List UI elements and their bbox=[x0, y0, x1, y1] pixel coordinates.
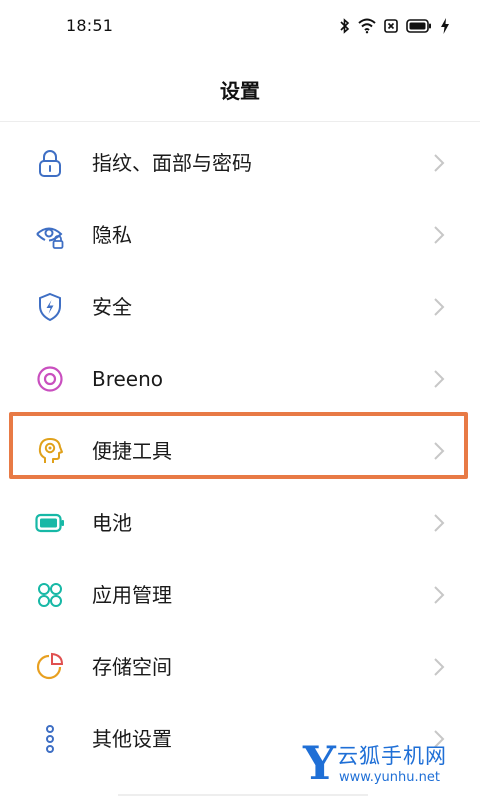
privacy-eye-icon bbox=[34, 219, 66, 251]
settings-item-label: 安全 bbox=[92, 295, 132, 319]
bluetooth-icon bbox=[340, 18, 350, 34]
battery-icon bbox=[34, 507, 66, 539]
charging-icon bbox=[440, 18, 450, 34]
chevron-right-icon bbox=[434, 226, 445, 244]
storage-pie-icon bbox=[34, 651, 66, 683]
chevron-right-icon bbox=[434, 370, 445, 388]
settings-item-label: Breeno bbox=[92, 367, 164, 391]
watermark-text: 云狐手机网 bbox=[337, 744, 447, 768]
status-icons bbox=[340, 16, 450, 36]
settings-item-label: 应用管理 bbox=[92, 583, 172, 607]
settings-item-label: 隐私 bbox=[92, 223, 132, 247]
settings-item-label: 存储空间 bbox=[92, 655, 172, 679]
settings-item-storage[interactable]: 存储空间 bbox=[0, 629, 480, 701]
settings-item-fingerprint-face-password[interactable]: 指纹、面部与密码 bbox=[0, 125, 480, 197]
sim-off-icon bbox=[384, 18, 398, 34]
status-bar: 18:51 bbox=[0, 0, 480, 50]
settings-item-label: 其他设置 bbox=[92, 727, 172, 751]
wifi-icon bbox=[358, 18, 376, 34]
breeno-icon bbox=[34, 363, 66, 395]
chevron-right-icon bbox=[434, 298, 445, 316]
apps-icon bbox=[34, 579, 66, 611]
chevron-right-icon bbox=[434, 658, 445, 676]
chevron-right-icon bbox=[434, 442, 445, 460]
title-bar: 设置 bbox=[0, 60, 480, 120]
bottom-divider bbox=[118, 794, 368, 796]
settings-item-label: 便捷工具 bbox=[92, 439, 172, 463]
watermark-url: www.yunhu.net bbox=[339, 770, 440, 785]
settings-item-app-management[interactable]: 应用管理 bbox=[0, 557, 480, 629]
more-settings-icon bbox=[34, 723, 66, 755]
chevron-right-icon bbox=[434, 514, 445, 532]
page-title: 设置 bbox=[220, 79, 260, 103]
chevron-right-icon bbox=[434, 586, 445, 604]
settings-item-security[interactable]: 安全 bbox=[0, 269, 480, 341]
header-divider bbox=[0, 121, 480, 122]
shield-icon bbox=[34, 291, 66, 323]
watermark-letter: Y bbox=[303, 736, 336, 790]
status-time: 18:51 bbox=[66, 16, 114, 35]
settings-item-label: 电池 bbox=[92, 511, 132, 535]
settings-item-label: 指纹、面部与密码 bbox=[92, 151, 252, 175]
settings-item-breeno[interactable]: Breeno bbox=[0, 341, 480, 413]
settings-list: 指纹、面部与密码 隐私 安全 Breeno 便捷工具 电池 应用管理 存储空间 … bbox=[0, 125, 480, 773]
battery-icon bbox=[406, 19, 432, 33]
convenience-tools-icon bbox=[34, 435, 66, 467]
watermark-logo: Y 云狐手机网 www.yunhu.net bbox=[303, 737, 473, 791]
settings-item-battery[interactable]: 电池 bbox=[0, 485, 480, 557]
settings-item-privacy[interactable]: 隐私 bbox=[0, 197, 480, 269]
settings-item-convenience-tools[interactable]: 便捷工具 bbox=[0, 413, 480, 485]
lock-icon bbox=[34, 147, 66, 179]
chevron-right-icon bbox=[434, 154, 445, 172]
